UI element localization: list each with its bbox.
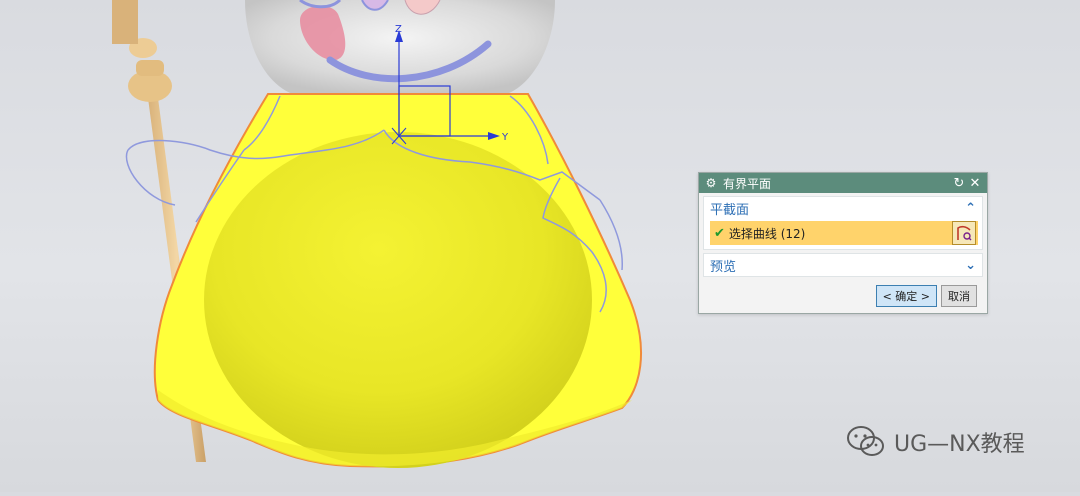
plane-section-label: 平截面 <box>710 202 750 218</box>
chevron-up-icon[interactable]: ⌃ <box>965 201 976 216</box>
z-axis-label: Z <box>395 24 402 35</box>
dialog-titlebar[interactable]: ⚙ 有界平面 ↻ ✕ <box>699 173 987 193</box>
wechat-icon <box>847 426 884 456</box>
reset-icon[interactable]: ↻ <box>951 176 967 191</box>
dialog-title: 有界平面 <box>723 176 772 191</box>
gear-icon: ⚙ <box>705 176 717 190</box>
snowman-head <box>245 0 555 96</box>
watermark: UG—NX教程 <box>846 425 1025 459</box>
select-curve-label: 选择曲线 (12) <box>728 226 806 241</box>
watermark-text: UG—NX教程 <box>894 432 1025 457</box>
chevron-down-icon[interactable]: ⌄ <box>965 258 976 273</box>
cancel-button[interactable]: 取消 <box>941 285 977 307</box>
curve-select-icon <box>957 225 972 241</box>
preview-section-label: 预览 <box>710 259 737 275</box>
preview-section: 预览 ⌄ <box>703 253 983 277</box>
preview-section-header[interactable]: 预览 ⌄ <box>704 254 982 276</box>
dialog-footer: < 确定 > 取消 <box>875 285 977 307</box>
select-curve-row[interactable]: ✔ 选择曲线 (12) <box>710 221 978 245</box>
skirt-surface <box>153 93 642 468</box>
select-curve-button[interactable] <box>952 221 976 245</box>
plane-section-header[interactable]: 平截面 ⌃ <box>704 197 982 219</box>
plane-section: 平截面 ⌃ ✔ 选择曲线 (12) <box>703 196 983 250</box>
ok-button[interactable]: < 确定 > <box>875 285 937 307</box>
bounded-plane-dialog: ⚙ 有界平面 ↻ ✕ 平截面 ⌃ ✔ 选择曲线 (12) 预览 ⌄ < 确定 >… <box>698 172 988 314</box>
y-axis-label: Y <box>501 132 509 143</box>
close-icon[interactable]: ✕ <box>967 176 983 191</box>
check-icon: ✔ <box>714 225 725 241</box>
